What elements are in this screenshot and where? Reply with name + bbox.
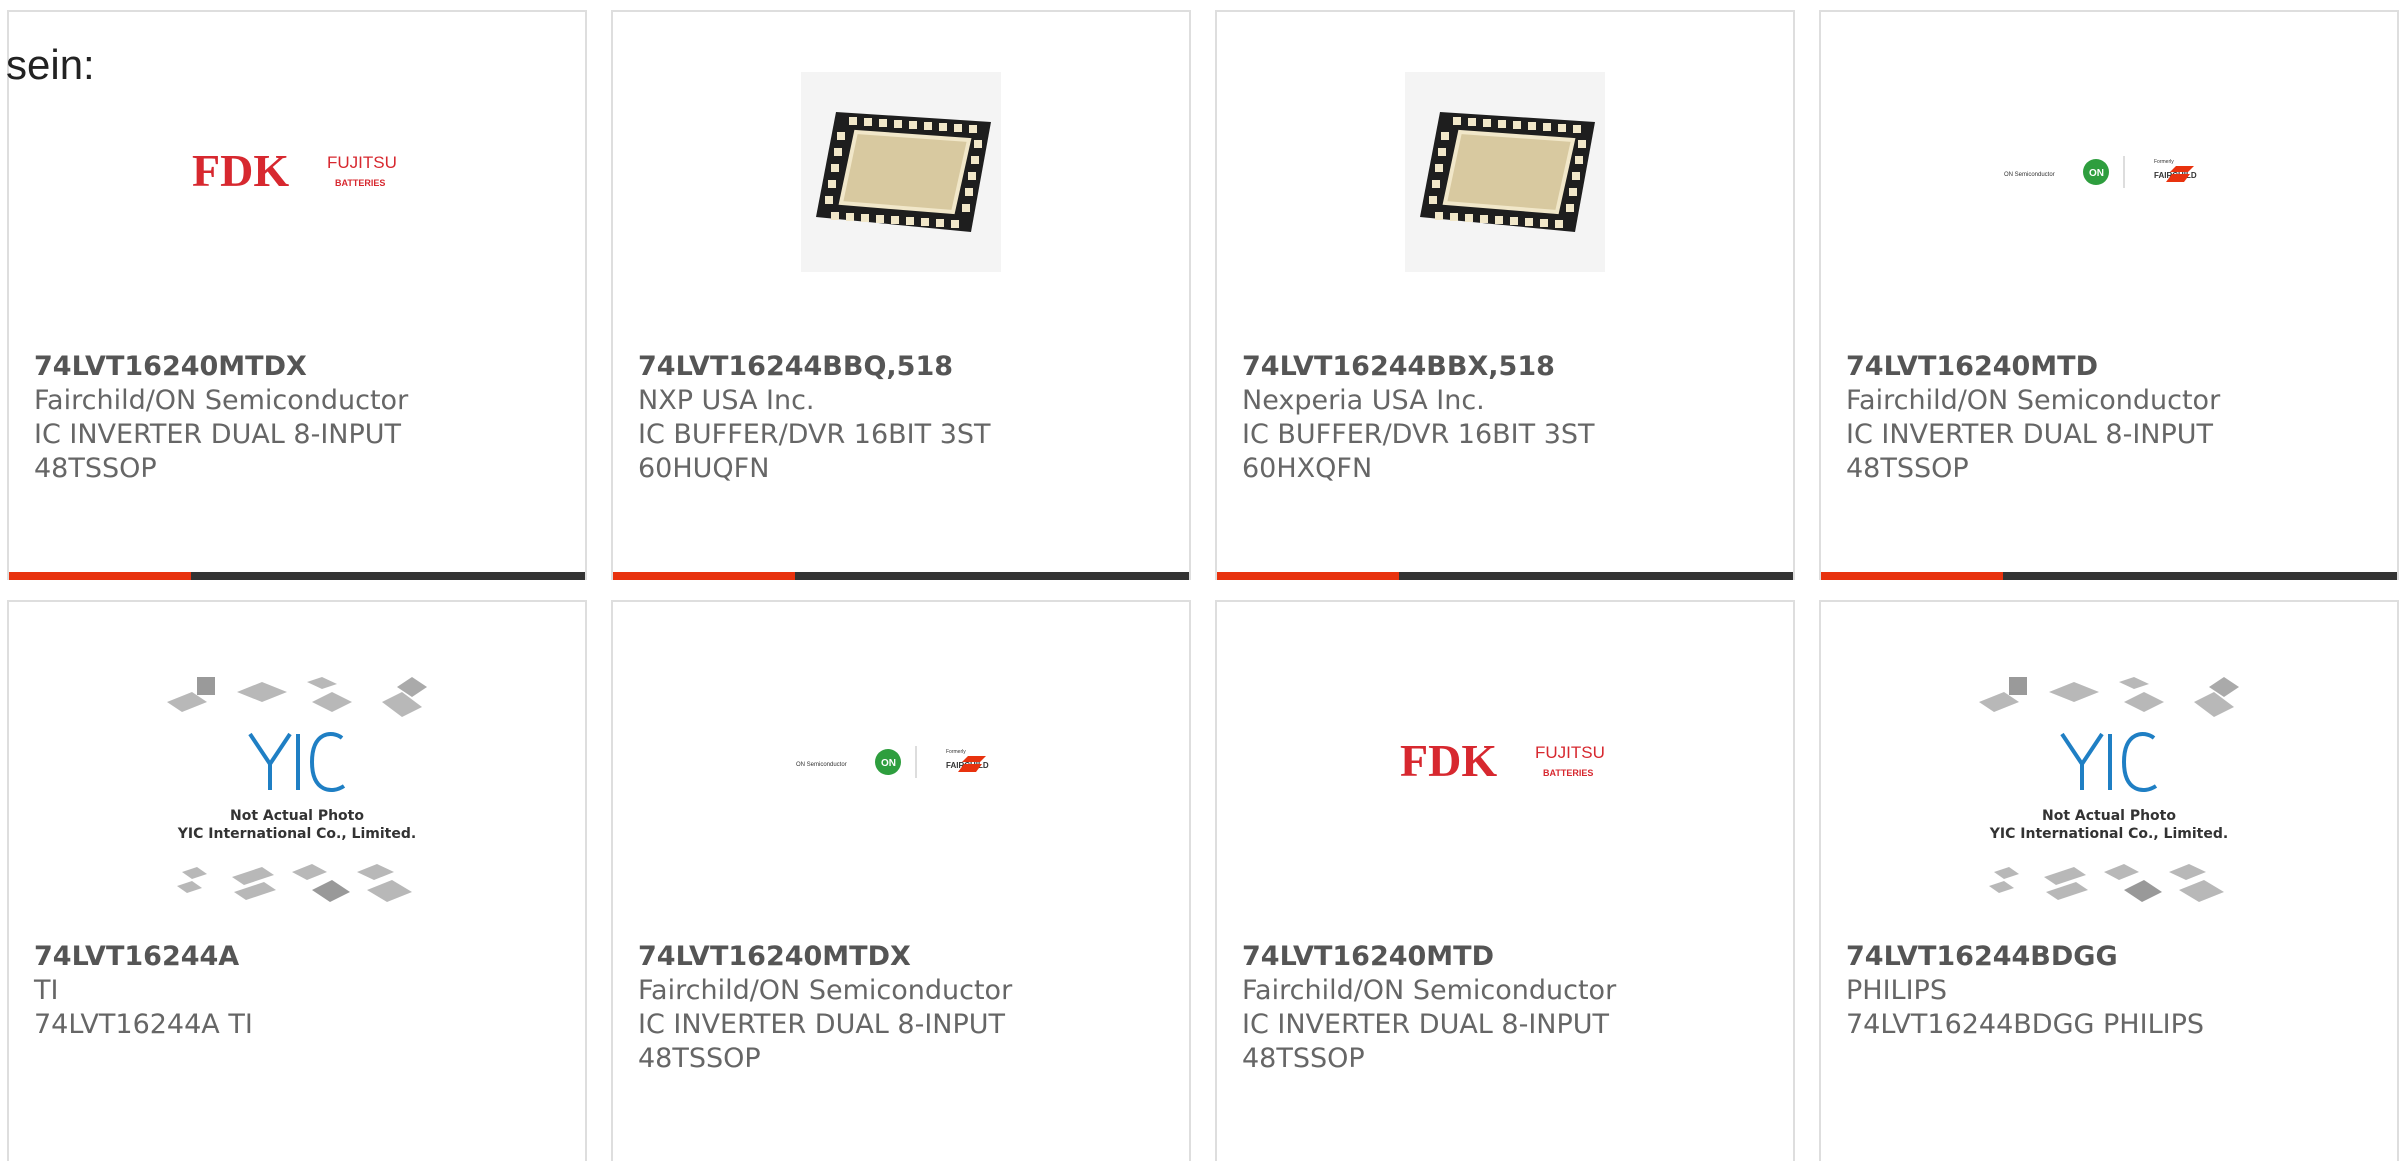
- card-bottom-bar: [1217, 572, 1793, 580]
- batteries-text: BATTERIES: [335, 178, 385, 188]
- yic-line1: Not Actual Photo: [230, 808, 364, 824]
- product-info: 74LVT16240MTD Fairchild/ON Semiconductor I…: [1846, 350, 2377, 486]
- part-number-link[interactable]: 74LVT16240MTDX: [34, 350, 565, 384]
- description-line-2: 60HXQFN: [1242, 453, 1373, 484]
- product-info: 74LVT16240MTD Fairchild/ON Semiconductor I…: [1242, 940, 1773, 1076]
- chip-graphic: [816, 112, 991, 232]
- product-info: 74LVT16244A TI 74LVT16244A TI: [34, 940, 565, 1042]
- product-card[interactable]: Not Actual Photo YIC International Co., …: [7, 600, 587, 1161]
- yic-logo-icon: [248, 732, 346, 792]
- product-image[interactable]: ON Semiconductor ON Formerly FAIRCHILD: [1821, 72, 2397, 272]
- product-card[interactable]: 74LVT16244BBX,518 Nexperia USA Inc. IC BUF…: [1215, 10, 1795, 580]
- on-semi-text: ON Semiconductor: [796, 762, 847, 768]
- yic-line1: Not Actual Photo: [2042, 808, 2176, 824]
- description-line-2: 48TSSOP: [638, 1043, 761, 1074]
- description-line-1: 74LVT16244BDGG PHILIPS: [1846, 1009, 2205, 1040]
- description-line-1: IC INVERTER DUAL 8-INPUT: [638, 1009, 1006, 1040]
- part-number-link[interactable]: 74LVT16240MTD: [1242, 940, 1773, 974]
- fdk-text: FDK: [192, 145, 289, 196]
- manufacturer-label: Fairchild/ON Semiconductor: [638, 975, 1013, 1006]
- part-number-link[interactable]: 74LVT16244BDGG: [1846, 940, 2377, 974]
- product-card[interactable]: Not Actual Photo YIC International Co., …: [1819, 600, 2399, 1161]
- description-line-1: 74LVT16244A TI: [34, 1009, 253, 1040]
- manufacturer-label: PHILIPS: [1846, 975, 1947, 1006]
- on-text: ON: [2089, 168, 2104, 179]
- product-image[interactable]: [613, 72, 1189, 272]
- card-accent-bar: [1821, 572, 2003, 580]
- batteries-text: BATTERIES: [1543, 768, 1593, 778]
- description-line-1: IC INVERTER DUAL 8-INPUT: [1242, 1009, 1610, 1040]
- qfn-chip-photo: [1405, 72, 1605, 272]
- yic-line2: YIC International Co., Limited.: [1989, 826, 2228, 842]
- yic-placeholder-image: Not Actual Photo YIC International Co., …: [167, 677, 427, 902]
- card-accent-bar: [1217, 572, 1399, 580]
- on-text: ON: [881, 758, 896, 769]
- card-bottom-bar: [1821, 572, 2397, 580]
- fdk-text: FDK: [1400, 735, 1497, 786]
- product-image[interactable]: Not Actual Photo YIC International Co., …: [9, 662, 585, 922]
- qfn-chip-photo: [801, 72, 1001, 272]
- card-bottom-bar: [613, 572, 1189, 580]
- manufacturer-label: Fairchild/ON Semiconductor: [34, 385, 409, 416]
- part-number-link[interactable]: 74LVT16240MTD: [1846, 350, 2377, 384]
- formerly-text: Formerly: [2154, 159, 2174, 165]
- product-info: 74LVT16240MTDX Fairchild/ON Semiconductor…: [34, 350, 565, 486]
- onsemi-fairchild-logo: ON Semiconductor ON Formerly FAIRCHILD: [2004, 156, 2197, 188]
- yic-logo-icon: [2060, 732, 2158, 792]
- manufacturer-label: Nexperia USA Inc.: [1242, 385, 1485, 416]
- description-line-2: 48TSSOP: [34, 453, 157, 484]
- manufacturer-label: Fairchild/ON Semiconductor: [1846, 385, 2221, 416]
- part-number-link[interactable]: 74LVT16244BBX,518: [1242, 350, 1773, 384]
- fdk-fujitsu-logo: FDK FUJITSU BATTERIES: [1400, 735, 1605, 786]
- yic-placeholder-image: Not Actual Photo YIC International Co., …: [1979, 677, 2239, 902]
- fujitsu-text: FUJITSU: [327, 153, 397, 172]
- manufacturer-label: NXP USA Inc.: [638, 385, 815, 416]
- description-line-2: 60HUQFN: [638, 453, 770, 484]
- chip-graphic: [1420, 112, 1595, 232]
- product-card[interactable]: 74LVT16244BBQ,518 NXP USA Inc. IC BUFFER/D…: [611, 10, 1191, 580]
- description-line-1: IC BUFFER/DVR 16BIT 3ST: [1242, 419, 1595, 450]
- on-semi-text: ON Semiconductor: [2004, 172, 2055, 178]
- part-number-link[interactable]: 74LVT16244BBQ,518: [638, 350, 1169, 384]
- card-accent-bar: [613, 572, 795, 580]
- description-line-1: IC INVERTER DUAL 8-INPUT: [1846, 419, 2214, 450]
- product-info: 74LVT16244BBQ,518 NXP USA Inc. IC BUFFER/D…: [638, 350, 1169, 486]
- description-line-2: 48TSSOP: [1242, 1043, 1365, 1074]
- yic-line2: YIC International Co., Limited.: [177, 826, 416, 842]
- fujitsu-text: FUJITSU: [1535, 743, 1605, 762]
- part-number-link[interactable]: 74LVT16240MTDX: [638, 940, 1169, 974]
- product-info: 74LVT16244BDGG PHILIPS 74LVT16244BDGG PHIL…: [1846, 940, 2377, 1042]
- product-image[interactable]: ON Semiconductor ON Formerly FAIRCHILD: [613, 662, 1189, 862]
- manufacturer-label: TI: [34, 975, 59, 1006]
- description-line-2: 48TSSOP: [1846, 453, 1969, 484]
- intro-text: sein:: [6, 41, 95, 88]
- manufacturer-label: Fairchild/ON Semiconductor: [1242, 975, 1617, 1006]
- product-card[interactable]: FDK FUJITSU BATTERIES 74LVT16240MTD Fairc…: [1215, 600, 1795, 1161]
- onsemi-fairchild-logo: ON Semiconductor ON Formerly FAIRCHILD: [796, 746, 989, 778]
- product-image[interactable]: FDK FUJITSU BATTERIES: [9, 72, 585, 272]
- product-image[interactable]: Not Actual Photo YIC International Co., …: [1821, 662, 2397, 922]
- product-image[interactable]: [1217, 72, 1793, 272]
- product-info: 74LVT16240MTDX Fairchild/ON Semiconductor…: [638, 940, 1169, 1076]
- product-card[interactable]: ON Semiconductor ON Formerly FAIRCHILD 7…: [611, 600, 1191, 1161]
- product-card[interactable]: FDK FUJITSU BATTERIES 74LVT16240MTDX Fair…: [7, 10, 587, 580]
- product-info: 74LVT16244BBX,518 Nexperia USA Inc. IC BUF…: [1242, 350, 1773, 486]
- product-card[interactable]: ON Semiconductor ON Formerly FAIRCHILD 7…: [1819, 10, 2399, 580]
- card-bottom-bar: [9, 572, 585, 580]
- description-line-1: IC BUFFER/DVR 16BIT 3ST: [638, 419, 991, 450]
- formerly-text: Formerly: [946, 749, 966, 755]
- card-accent-bar: [9, 572, 191, 580]
- description-line-1: IC INVERTER DUAL 8-INPUT: [34, 419, 402, 450]
- product-image[interactable]: FDK FUJITSU BATTERIES: [1217, 662, 1793, 862]
- part-number-link[interactable]: 74LVT16244A: [34, 940, 565, 974]
- fdk-fujitsu-logo: FDK FUJITSU BATTERIES: [192, 145, 397, 196]
